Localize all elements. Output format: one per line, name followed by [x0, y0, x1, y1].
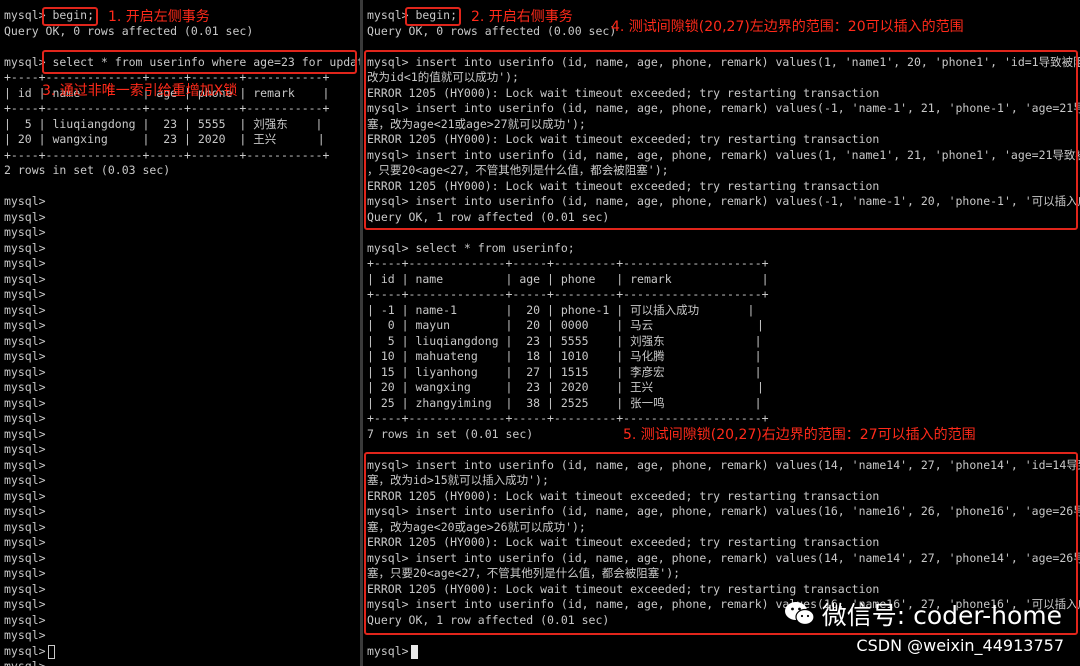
right-terminal-line: +----+--------------+-----+---------+---…: [367, 256, 769, 270]
left-terminal-line: mysql>: [4, 225, 46, 239]
left-terminal-line: mysql>: [4, 333, 46, 348]
right-terminal-line: | 25 | zhangyiming | 38 | 2525 | 张一鸣 |: [367, 395, 762, 410]
wechat-watermark: 微信号: coder-home: [784, 596, 1062, 632]
left-terminal-line: mysql>: [4, 209, 46, 224]
left-terminal-line: mysql>: [4, 411, 46, 425]
annotation-step4: 4. 测试间隙锁(20,27)左边界的范围：20可以插入的范围: [611, 19, 964, 35]
left-terminal-line: mysql>: [4, 473, 46, 487]
right-terminal-line: 7 rows in set (0.01 sec): [367, 426, 534, 441]
right-terminal-line: | 5 | liuqiangdong | 23 | 5555 | 刘强东 |: [367, 333, 762, 348]
left-terminal-line: mysql>: [4, 612, 46, 627]
left-terminal-line: 2 rows in set (0.03 sec): [4, 163, 171, 177]
wechat-icon: [784, 602, 815, 626]
right-terminal-line: | 10 | mahuateng | 18 | 1010 | 马化腾 |: [367, 349, 762, 363]
right-cursor: [411, 645, 418, 659]
left-terminal-line: mysql>: [4, 302, 46, 317]
right-terminal-line: +----+--------------+-----+---------+---…: [367, 287, 769, 301]
left-terminal-line: mysql>: [4, 643, 46, 658]
left-terminal-line: +----+--------------+-----+-------+-----…: [4, 101, 330, 115]
csdn-watermark: CSDN @weixin_44913757: [856, 636, 1064, 655]
left-terminal-line: mysql>: [4, 488, 46, 503]
left-terminal-line: mysql>: [4, 287, 46, 301]
left-terminal-line: mysql>: [4, 535, 46, 549]
left-terminal-line: mysql>: [4, 380, 46, 394]
right-terminal-line: | -1 | name-1 | 20 | phone-1 | 可以插入成功 |: [367, 302, 755, 317]
right-terminal[interactable]: mysql> begin; Query OK, 0 rows affected (…: [363, 0, 1080, 666]
left-terminal-line: mysql>: [4, 395, 46, 410]
annotation-step2: 2. 开启右侧事务: [471, 9, 573, 25]
annotation-step1: 1. 开启左侧事务: [108, 9, 210, 25]
left-terminal-line: | 20 | wangxing | 23 | 2020 | 王兴 |: [4, 132, 325, 146]
left-terminal-line: mysql>: [4, 519, 46, 534]
left-terminal-line: mysql>: [4, 581, 46, 596]
left-terminal-line: mysql>: [4, 271, 46, 286]
left-terminal-line: mysql>: [4, 597, 46, 611]
left-select-highlight: [42, 50, 357, 74]
right-terminal-line: | id | name | age | phone | remark |: [367, 271, 769, 286]
left-terminal-line: mysql>: [4, 364, 46, 379]
left-terminal-line: mysql>: [4, 566, 46, 580]
left-terminal-line: | 5 | liuqiangdong | 23 | 5555 | 刘强东 |: [4, 116, 323, 131]
right-terminal-line: mysql> select * from userinfo;: [367, 240, 575, 255]
annotation-step5: 5. 测试间隙锁(20,27)右边界的范围：27可以插入的范围: [623, 427, 976, 443]
right-begin-highlight: [405, 7, 461, 26]
left-terminal-line: mysql>: [4, 240, 46, 255]
wechat-id-text: 微信号: coder-home: [821, 601, 1062, 630]
left-begin-highlight: [42, 7, 98, 26]
left-terminal-line: mysql>: [4, 318, 46, 332]
right-insert-block-1-highlight: [364, 50, 1078, 230]
left-terminal-line: mysql>: [4, 442, 46, 456]
left-terminal[interactable]: mysql> begin; Query OK, 0 rows affected (…: [0, 0, 360, 666]
left-terminal-line: mysql>: [4, 504, 46, 518]
left-terminal-line: mysql>: [4, 628, 46, 642]
right-terminal-line: mysql>: [367, 643, 409, 658]
right-terminal-line: | 20 | wangxing | 23 | 2020 | 王兴 |: [367, 380, 764, 394]
left-terminal-line: mysql>: [4, 426, 46, 441]
right-terminal-line: | 0 | mayun | 20 | 0000 | 马云 |: [367, 318, 764, 332]
right-terminal-line: | 15 | liyanhong | 27 | 1515 | 李彦宏 |: [367, 364, 762, 379]
left-terminal-line: mysql>: [4, 256, 46, 270]
left-terminal-line: +----+--------------+-----+-------+-----…: [4, 147, 330, 162]
left-terminal-line: mysql>: [4, 550, 46, 565]
left-terminal-line: mysql>: [4, 349, 46, 363]
annotation-step3: 3. 通过非唯一索引给重增加X锁: [42, 83, 238, 99]
left-terminal-line: mysql>: [4, 659, 46, 666]
left-terminal-line: mysql>: [4, 194, 46, 208]
left-terminal-line: mysql>: [4, 457, 46, 472]
left-cursor: [48, 645, 55, 659]
